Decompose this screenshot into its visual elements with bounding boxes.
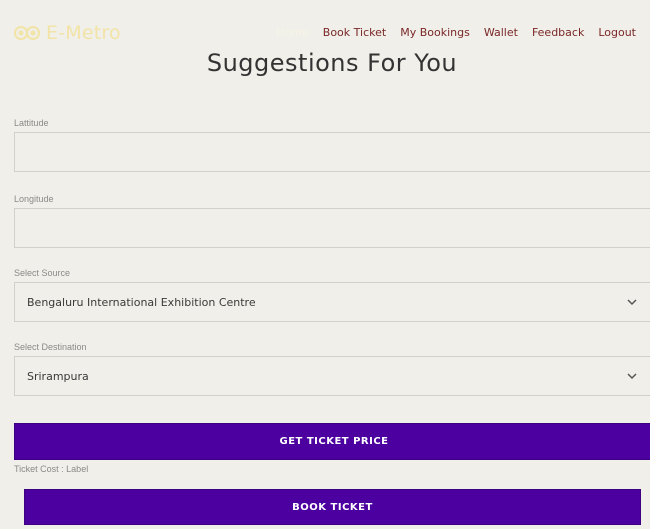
main-nav: Home Book Ticket My Bookings Wallet Feed… xyxy=(276,26,636,39)
latitude-field-wrapper xyxy=(14,132,650,172)
latitude-label: Lattitude xyxy=(14,118,49,128)
nav-feedback[interactable]: Feedback xyxy=(532,26,584,39)
nav-my-bookings[interactable]: My Bookings xyxy=(400,26,470,39)
owl-eyes-icon xyxy=(14,26,40,40)
longitude-input[interactable] xyxy=(15,209,650,247)
nav-home[interactable]: Home xyxy=(276,26,308,39)
latitude-input[interactable] xyxy=(15,133,650,171)
chevron-down-icon xyxy=(627,373,637,380)
longitude-label: Longitude xyxy=(14,194,54,204)
nav-logout[interactable]: Logout xyxy=(598,26,636,39)
book-ticket-button[interactable]: BOOK TICKET xyxy=(24,489,641,525)
source-selected-value: Bengaluru International Exhibition Centr… xyxy=(27,295,256,309)
get-ticket-price-button[interactable]: GET TICKET PRICE xyxy=(14,423,650,460)
brand-logo[interactable]: E-Metro xyxy=(14,22,121,44)
nav-wallet[interactable]: Wallet xyxy=(484,26,518,39)
chevron-down-icon xyxy=(627,299,637,306)
destination-select[interactable]: Srirampura xyxy=(14,356,650,396)
source-select[interactable]: Bengaluru International Exhibition Centr… xyxy=(14,282,650,322)
nav-book-ticket[interactable]: Book Ticket xyxy=(323,26,386,39)
top-navbar: E-Metro Home Book Ticket My Bookings Wal… xyxy=(0,0,650,44)
brand-name: E-Metro xyxy=(46,22,121,44)
page-title: Suggestions For You xyxy=(206,49,458,77)
ticket-cost-label: Ticket Cost : Label xyxy=(14,464,89,474)
longitude-field-wrapper xyxy=(14,208,650,248)
destination-label: Select Destination xyxy=(14,342,87,352)
destination-selected-value: Srirampura xyxy=(27,369,89,383)
source-label: Select Source xyxy=(14,268,71,278)
